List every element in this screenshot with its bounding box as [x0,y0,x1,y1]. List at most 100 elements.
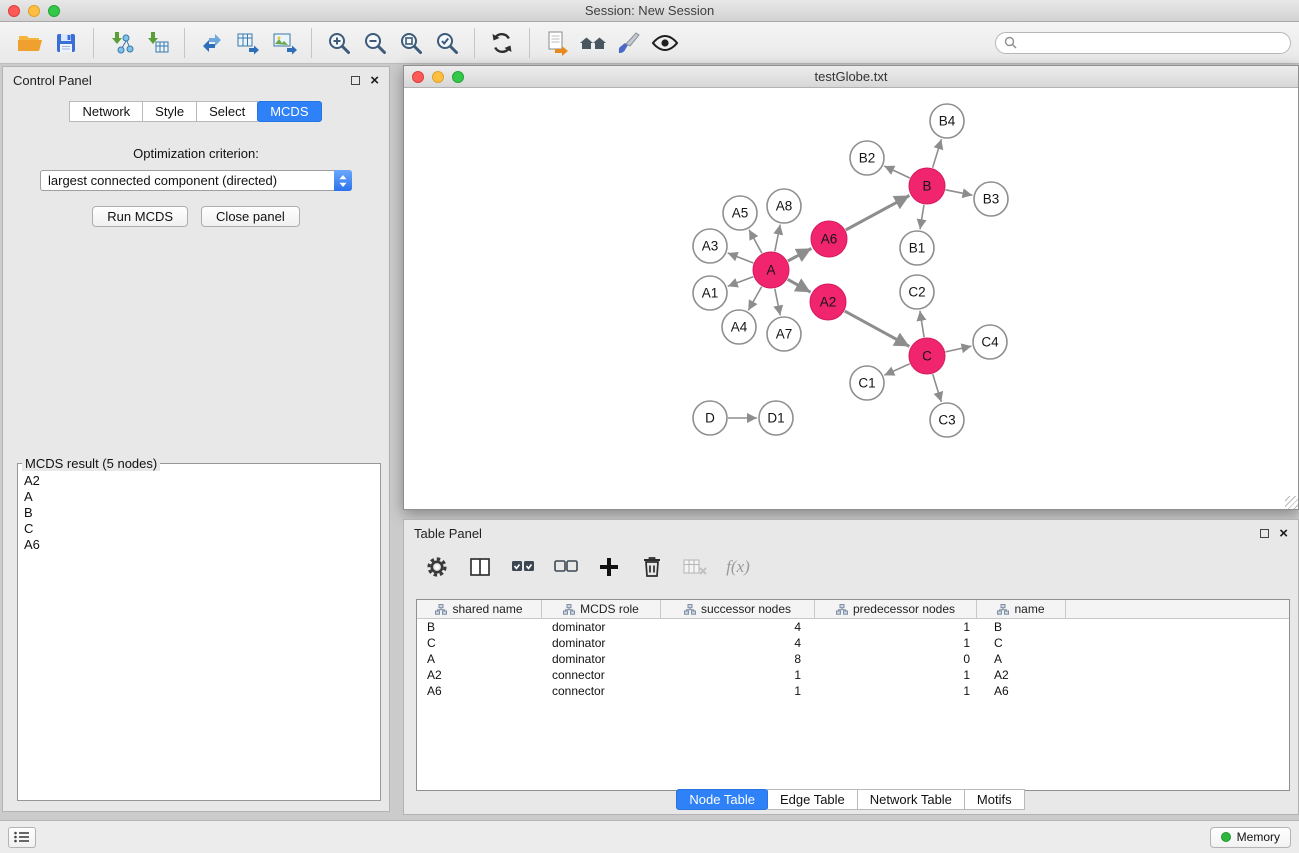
show-graphics-button[interactable] [647,26,683,60]
delete-table-button[interactable] [682,554,708,580]
export-image-button[interactable] [266,26,302,60]
run-mcds-button[interactable]: Run MCDS [92,206,188,227]
graph-node-a4[interactable]: A4 [722,310,756,344]
tab-motifs[interactable]: Motifs [964,789,1025,810]
deselect-all-button[interactable] [553,554,579,580]
show-columns-button[interactable] [467,554,493,580]
column-header-name[interactable]: name [977,600,1066,618]
graph-edge-a6-b[interactable] [846,196,910,231]
graph-node-a8[interactable]: A8 [767,189,801,223]
minimize-window-button[interactable] [28,5,40,17]
zoom-out-button[interactable] [357,26,393,60]
graph-node-b3[interactable]: B3 [974,182,1008,216]
graph-node-b2[interactable]: B2 [850,141,884,175]
import-table-from-file-button[interactable] [139,26,175,60]
graph-edge-c-c3[interactable] [933,374,942,402]
tab-mcds[interactable]: MCDS [257,101,321,122]
search-input[interactable] [1022,36,1282,50]
graph-edge-a-a1[interactable] [728,277,753,287]
column-header-mcds-role[interactable]: MCDS role [542,600,661,618]
zoom-in-button[interactable] [321,26,357,60]
table-row[interactable]: A2connector11A2 [417,667,1289,683]
float-panel-icon[interactable] [351,76,360,85]
clone-network-button[interactable] [194,26,230,60]
graph-edge-a2-c[interactable] [845,311,910,346]
graph-node-a2[interactable]: A2 [810,284,846,320]
import-network-from-file-button[interactable] [103,26,139,60]
zoom-window-button[interactable] [48,5,60,17]
graph-node-a3[interactable]: A3 [693,229,727,263]
graph-edge-a-a7[interactable] [775,289,780,316]
select-all-button[interactable] [510,554,536,580]
graph-node-c4[interactable]: C4 [973,325,1007,359]
graph-edge-c-c4[interactable] [946,346,972,352]
export-document-button[interactable] [539,26,575,60]
network-close-button[interactable] [412,71,424,83]
close-window-button[interactable] [8,5,20,17]
graph-edge-a-a4[interactable] [748,287,761,311]
create-column-button[interactable] [596,554,622,580]
network-minimize-button[interactable] [432,71,444,83]
graph-node-d1[interactable]: D1 [759,401,793,435]
function-builder-button[interactable]: f(x) [725,554,751,580]
tab-edge-table[interactable]: Edge Table [767,789,858,810]
close-panel-icon[interactable]: × [370,76,379,85]
search-box[interactable] [995,32,1291,54]
zoom-selected-button[interactable] [429,26,465,60]
table-row[interactable]: Adominator80A [417,651,1289,667]
graph-edge-a-a2[interactable] [788,279,811,292]
delete-column-button[interactable] [639,554,665,580]
criterion-dropdown[interactable]: largest connected component (directed) [40,170,352,191]
graph-edge-c-c1[interactable] [884,364,909,375]
list-item[interactable]: B [20,505,378,521]
apply-style-button[interactable] [611,26,647,60]
graph-edge-a-a3[interactable] [728,253,754,263]
graph-edge-a-a8[interactable] [775,225,780,252]
tab-network[interactable]: Network [69,101,143,122]
graph-node-c1[interactable]: C1 [850,366,884,400]
save-session-button[interactable] [48,26,84,60]
graph-node-d[interactable]: D [693,401,727,435]
list-item[interactable]: C [20,521,378,537]
graph-edge-b-b3[interactable] [946,190,973,195]
graph-node-a6[interactable]: A6 [811,221,847,257]
graph-node-b4[interactable]: B4 [930,104,964,138]
graph-node-c[interactable]: C [909,338,945,374]
home-views-button[interactable] [575,26,611,60]
graph-edge-b-b2[interactable] [884,166,910,178]
network-zoom-button[interactable] [452,71,464,83]
graph-node-c2[interactable]: C2 [900,275,934,309]
graph-edge-b-b4[interactable] [933,139,942,168]
tab-node-table[interactable]: Node Table [676,789,768,810]
memory-button[interactable]: Memory [1210,827,1291,848]
graph-edge-a-a6[interactable] [788,248,812,261]
table-row[interactable]: Cdominator41C [417,635,1289,651]
graph-node-a[interactable]: A [753,252,789,288]
column-header-shared-name[interactable]: shared name [417,600,542,618]
list-item[interactable]: A2 [20,473,378,489]
task-history-button[interactable] [8,827,36,848]
apply-layout-button[interactable] [484,26,520,60]
tab-network-table[interactable]: Network Table [857,789,965,810]
zoom-fit-button[interactable] [393,26,429,60]
column-header-successor-nodes[interactable]: successor nodes [661,600,815,618]
close-panel-button[interactable]: Close panel [201,206,300,227]
graph-edge-a-a5[interactable] [749,230,762,254]
table-row[interactable]: A6connector11A6 [417,683,1289,699]
graph-node-a1[interactable]: A1 [693,276,727,310]
list-item[interactable]: A [20,489,378,505]
window-resize-handle[interactable] [1285,496,1298,509]
network-canvas[interactable]: AA1A2A3A4A5A6A7A8BB1B2B3B4CC1C2C3C4DD1 [404,88,1298,509]
network-graph[interactable]: AA1A2A3A4A5A6A7A8BB1B2B3B4CC1C2C3C4DD1 [404,88,1298,509]
graph-node-c3[interactable]: C3 [930,403,964,437]
table-settings-button[interactable] [424,554,450,580]
tab-style[interactable]: Style [142,101,197,122]
tab-select[interactable]: Select [196,101,258,122]
graph-node-b1[interactable]: B1 [900,231,934,265]
float-table-panel-icon[interactable] [1260,529,1269,538]
open-session-button[interactable] [12,26,48,60]
graph-node-a5[interactable]: A5 [723,196,757,230]
column-header-predecessor-nodes[interactable]: predecessor nodes [815,600,977,618]
graph-node-b[interactable]: B [909,168,945,204]
table-row[interactable]: Bdominator41B [417,619,1289,635]
